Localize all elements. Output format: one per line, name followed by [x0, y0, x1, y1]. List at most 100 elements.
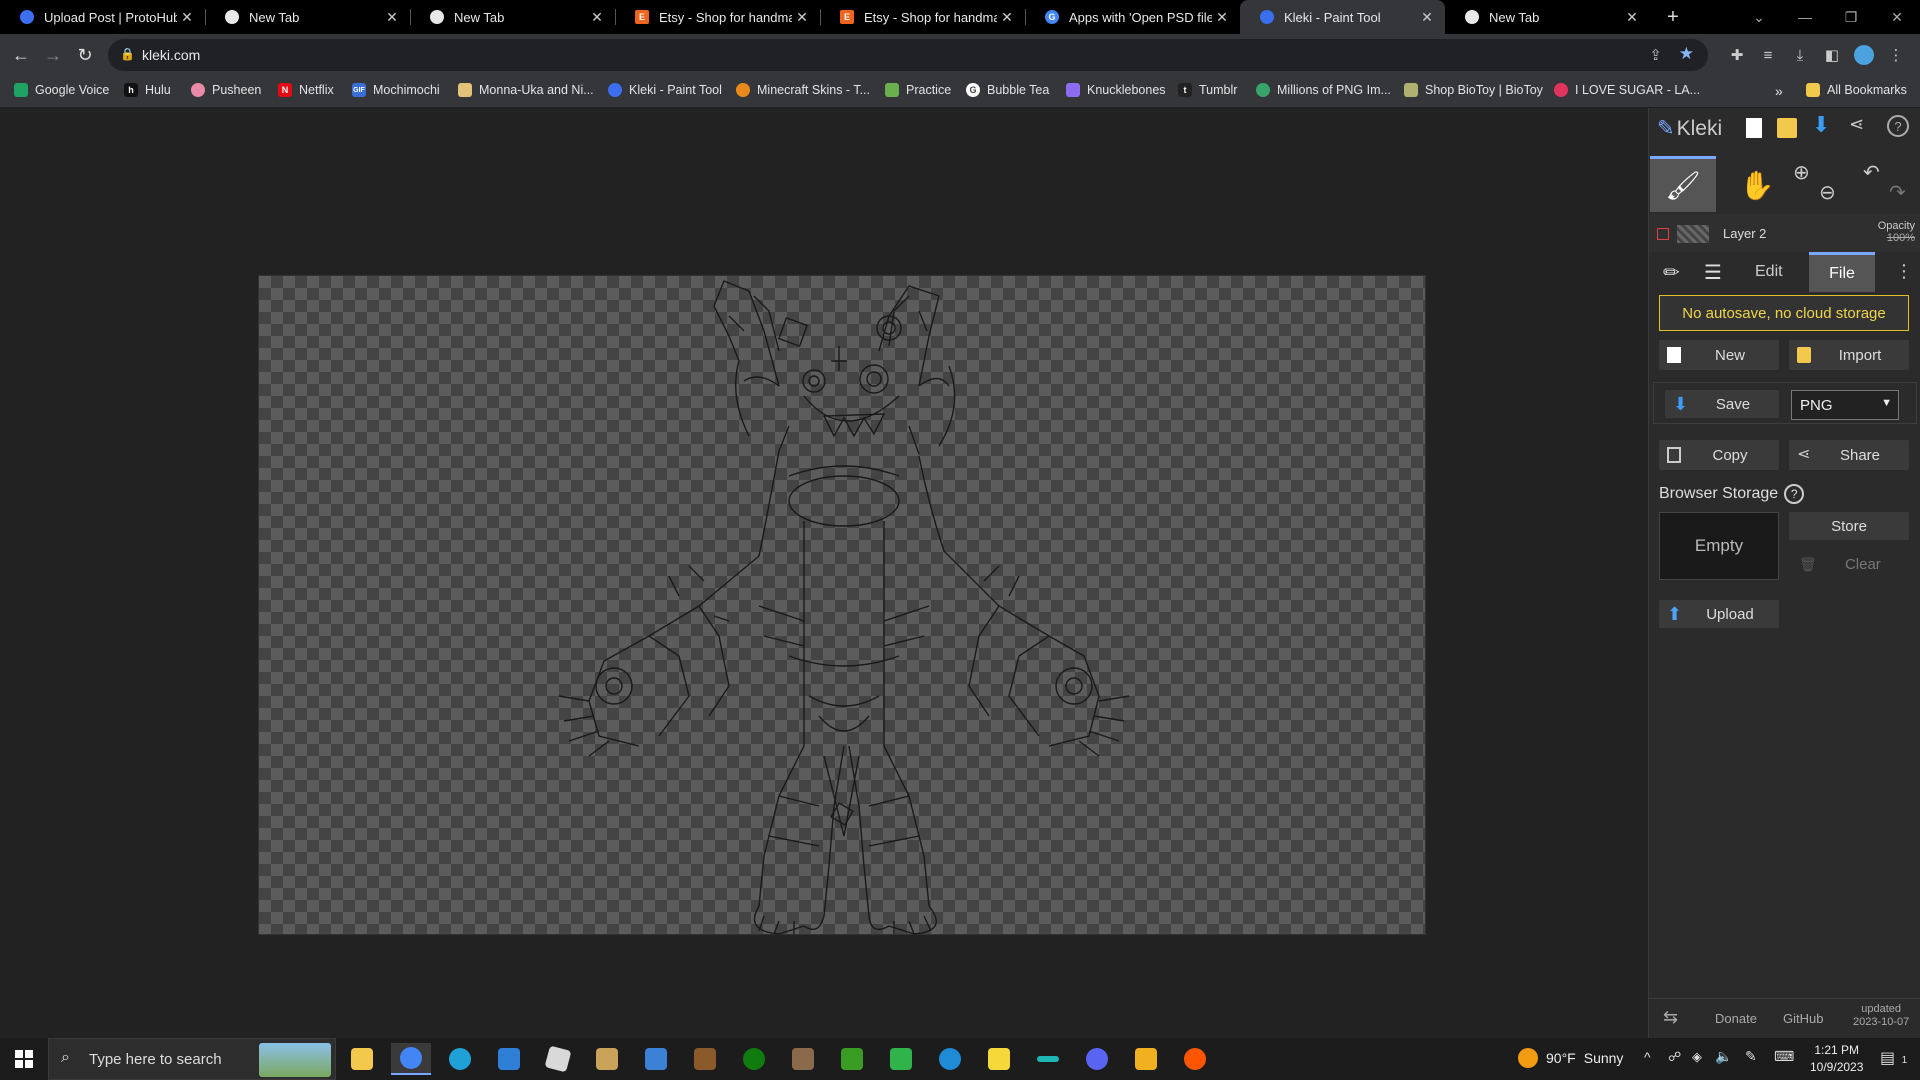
undo-button[interactable]: ↶	[1863, 160, 1880, 185]
tab-google-apps[interactable]: G Apps with 'Open PSD files' ✕	[1025, 0, 1240, 34]
close-icon[interactable]: ✕	[792, 9, 812, 26]
bookmark-kleki[interactable]: Kleki - Paint Tool	[608, 83, 722, 97]
more-menu-icon[interactable]: ⋮	[1884, 43, 1908, 67]
taskbar-app-spreadsheet[interactable]	[881, 1043, 921, 1075]
swap-side-icon[interactable]: ⇆	[1663, 1007, 1678, 1028]
weather-widget[interactable]: 90°F Sunny	[1518, 1048, 1623, 1068]
share-button[interactable]: ⋖ Share	[1789, 440, 1909, 470]
save-download-icon[interactable]: ⬇	[1812, 112, 1830, 138]
bookmark-png-images[interactable]: Millions of PNG Im...	[1256, 83, 1391, 97]
network-icon[interactable]: ☍	[1668, 1049, 1681, 1065]
close-icon[interactable]: ✕	[177, 9, 197, 26]
drawing-canvas[interactable]	[258, 275, 1426, 935]
bookmarks-overflow-icon[interactable]: »	[1775, 83, 1783, 99]
tab-etsy[interactable]: E Etsy - Shop for handmade ✕	[820, 0, 1025, 34]
more-tabs-icon[interactable]: ⋮	[1895, 261, 1913, 282]
taskbar-app[interactable]	[930, 1043, 970, 1075]
new-tab-button[interactable]: +	[1650, 0, 1696, 34]
chevron-up-icon[interactable]: ^	[1644, 1049, 1651, 1065]
tab-edit[interactable]: Edit	[1755, 263, 1783, 281]
tab-new-tab[interactable]: New Tab ✕	[205, 0, 410, 34]
close-icon[interactable]: ✕	[1417, 9, 1437, 26]
new-button[interactable]: New	[1659, 340, 1779, 370]
tab-new-tab[interactable]: New Tab ✕	[1445, 0, 1650, 34]
upload-button[interactable]: ⬆ Upload	[1659, 600, 1779, 628]
help-icon[interactable]: ?	[1784, 484, 1805, 504]
bookmark-i-love-sugar[interactable]: I LOVE SUGAR - LA...	[1554, 83, 1700, 97]
downloads-icon[interactable]: ⤓	[1788, 43, 1812, 67]
brush-tool-button[interactable]: 🖌	[1650, 156, 1716, 212]
taskbar-app[interactable]	[636, 1043, 676, 1075]
taskbar-app-roblox[interactable]	[538, 1043, 578, 1075]
taskbar-app[interactable]	[1126, 1043, 1166, 1075]
close-icon[interactable]: ✕	[382, 9, 402, 26]
bookmark-monna-uka[interactable]: Monna-Uka and Ni...	[458, 83, 594, 97]
update-info[interactable]: updated 2023-10-07	[1853, 1003, 1909, 1029]
bookmark-minecraft-skins[interactable]: Minecraft Skins - T...	[736, 83, 870, 97]
bookmark-knucklebones[interactable]: Knucklebones	[1066, 83, 1166, 97]
media-control-icon[interactable]: ≡	[1756, 43, 1780, 67]
taskbar-app-sticky-notes[interactable]	[979, 1043, 1019, 1075]
restore-button[interactable]: ❐	[1828, 0, 1874, 34]
close-window-button[interactable]: ✕	[1874, 0, 1920, 34]
bookmark-biotoy[interactable]: Shop BioToy | BioToy	[1404, 83, 1543, 97]
taskbar-search-box[interactable]: ⌕ Type here to search	[48, 1038, 336, 1080]
tab-new-tab[interactable]: New Tab ✕	[410, 0, 615, 34]
new-image-icon[interactable]	[1746, 118, 1762, 138]
close-icon[interactable]: ✕	[997, 9, 1017, 26]
bookmark-bubble-tea[interactable]: G Bubble Tea	[966, 83, 1049, 97]
canvas-workspace[interactable]	[0, 108, 1648, 1038]
layer-row[interactable]: Layer 2 Opacity 100%	[1649, 214, 1920, 252]
taskbar-app-store[interactable]	[489, 1043, 529, 1075]
close-icon[interactable]: ✕	[1212, 9, 1232, 26]
taskbar-app[interactable]	[587, 1043, 627, 1075]
share-icon[interactable]: ⋖	[1849, 114, 1864, 135]
help-icon[interactable]: ?	[1887, 115, 1909, 137]
donate-link[interactable]: Donate	[1715, 1011, 1757, 1026]
bookmark-netflix[interactable]: N Netflix	[278, 83, 334, 97]
tab-search-icon[interactable]: ⌄	[1736, 0, 1782, 34]
bookmark-hulu[interactable]: h Hulu	[124, 83, 171, 97]
tab-brush-settings[interactable]: ✏	[1663, 260, 1680, 285]
taskbar-app-chrome[interactable]	[391, 1043, 431, 1075]
pen-icon[interactable]: ✎	[1745, 1048, 1757, 1065]
address-bar[interactable]: 🔒 kleki.com ⇪ ★	[108, 39, 1708, 71]
close-icon[interactable]: ✕	[1622, 9, 1642, 26]
taskbar-app-minecraft[interactable]	[685, 1043, 725, 1075]
clear-button[interactable]: 🗑 Clear	[1789, 550, 1909, 578]
all-bookmarks[interactable]: All Bookmarks	[1806, 83, 1907, 97]
back-button[interactable]: ←	[8, 42, 34, 68]
copy-button[interactable]: Copy	[1659, 440, 1779, 470]
lock-icon[interactable]: 🔒	[120, 47, 135, 61]
tab-layers[interactable]: ☰	[1704, 260, 1722, 285]
import-button[interactable]: Import	[1789, 340, 1909, 370]
format-select[interactable]: PNG ▼	[1791, 390, 1899, 420]
clock[interactable]: 1:21 PM 10/9/2023	[1810, 1042, 1863, 1076]
bookmark-google-voice[interactable]: Google Voice	[14, 83, 109, 97]
taskbar-app-file-explorer[interactable]	[342, 1043, 382, 1075]
extensions-icon[interactable]: ✚	[1725, 43, 1749, 67]
taskbar-app-xbox[interactable]	[734, 1043, 774, 1075]
bookmark-pusheen[interactable]: Pusheen	[191, 83, 261, 97]
share-page-icon[interactable]: ⇪	[1649, 46, 1662, 64]
profile-avatar[interactable]	[1852, 43, 1876, 67]
minimize-button[interactable]: —	[1782, 0, 1828, 34]
tab-file[interactable]: File	[1809, 252, 1875, 292]
taskbar-app[interactable]	[1028, 1043, 1068, 1075]
forward-button[interactable]: →	[40, 42, 66, 68]
zoom-in-button[interactable]: ⊕	[1793, 160, 1810, 185]
kleki-logo[interactable]: ✎ Kleki	[1657, 116, 1722, 141]
store-button[interactable]: Store	[1789, 512, 1909, 540]
redo-button[interactable]: ↷	[1889, 180, 1906, 205]
volume-icon[interactable]: 🔈	[1715, 1048, 1732, 1065]
tab-etsy[interactable]: E Etsy - Shop for handmade ✕	[615, 0, 820, 34]
taskbar-app-soundcloud[interactable]	[1175, 1043, 1215, 1075]
layer-visibility-checkbox[interactable]	[1657, 228, 1669, 240]
taskbar-app-minecraft[interactable]	[832, 1043, 872, 1075]
taskbar-app-edge[interactable]	[440, 1043, 480, 1075]
tab-protohub[interactable]: Upload Post | ProtoHub ✕	[0, 0, 205, 34]
security-icon[interactable]: ◈	[1692, 1049, 1702, 1065]
open-folder-icon[interactable]	[1777, 118, 1797, 138]
url-text[interactable]: kleki.com	[142, 47, 200, 63]
bookmark-practice[interactable]: Practice	[885, 83, 951, 97]
